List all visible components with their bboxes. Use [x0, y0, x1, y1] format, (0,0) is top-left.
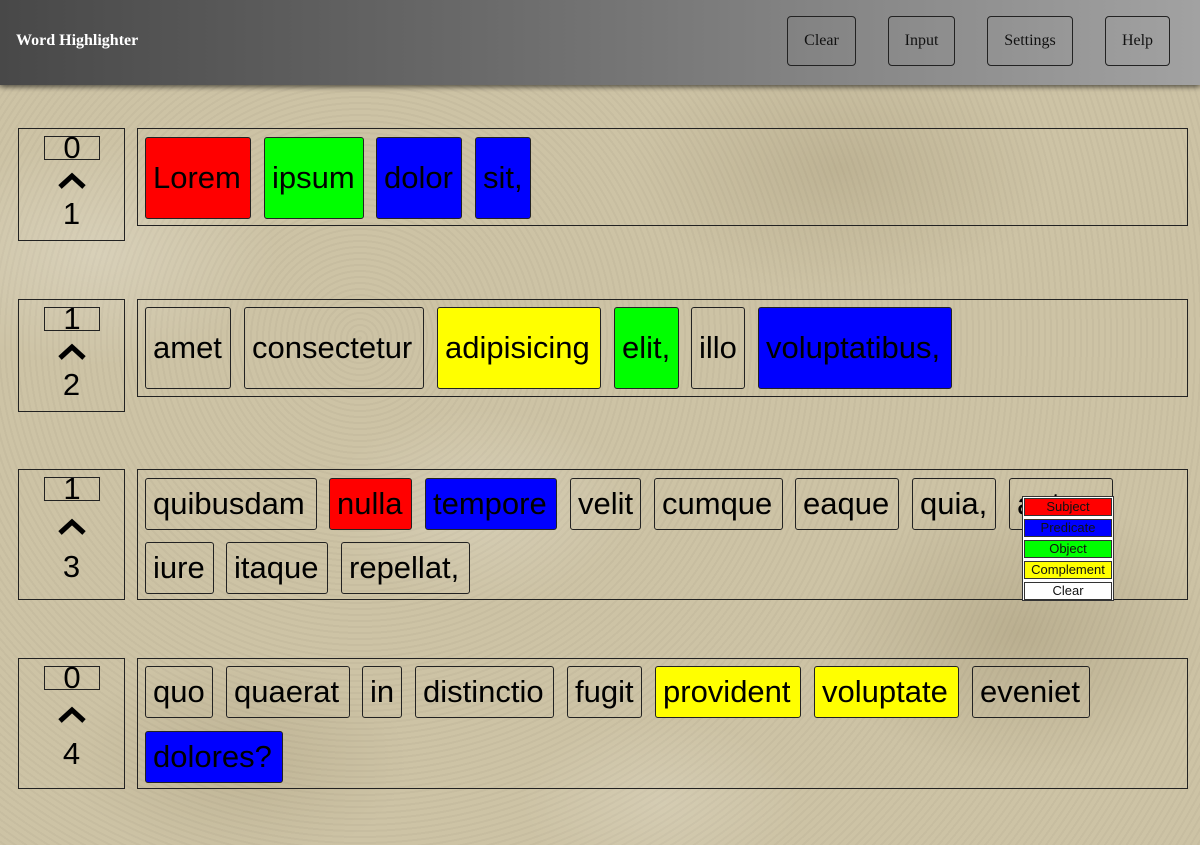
indent-level-input[interactable]: 1 [44, 473, 100, 504]
word-token[interactable]: itaque [226, 542, 328, 594]
role-menu-item-complement[interactable]: Complement [1024, 561, 1112, 579]
word-token[interactable]: dolores? [145, 731, 283, 783]
word-token[interactable]: tempore [425, 478, 557, 530]
row-control: 1 3 [18, 469, 125, 600]
input-button[interactable]: Input [888, 16, 955, 66]
word-token[interactable]: consectetur [244, 307, 424, 389]
word-token[interactable]: ipsum [264, 137, 364, 219]
row-number: 3 [62, 549, 81, 584]
clear-button[interactable]: Clear [787, 16, 856, 66]
sentence-row: Lorem ipsum dolor sit, [137, 128, 1188, 226]
chevron-up-icon[interactable] [57, 343, 87, 361]
word-token[interactable]: fugit [567, 666, 642, 718]
role-menu-item-clear[interactable]: Clear [1024, 582, 1112, 600]
indent-level-input[interactable]: 1 [44, 303, 100, 334]
word-token[interactable]: velit [570, 478, 641, 530]
app-header: Word Highlighter Clear Input Settings He… [0, 0, 1200, 85]
word-token[interactable]: quo [145, 666, 213, 718]
word-token[interactable]: eaque [795, 478, 899, 530]
row-number: 4 [62, 736, 81, 771]
word-token[interactable]: quaerat [226, 666, 350, 718]
word-token[interactable]: Lorem [145, 137, 251, 219]
word-token[interactable]: illo [691, 307, 745, 389]
chevron-up-icon[interactable] [57, 172, 87, 190]
row-control: 0 1 [18, 128, 125, 241]
word-token[interactable]: eveniet [972, 666, 1090, 718]
word-token[interactable]: voluptatibus, [758, 307, 952, 389]
word-token[interactable]: distinctio [415, 666, 554, 718]
role-menu-item-subject[interactable]: Subject [1024, 498, 1112, 516]
role-menu: Subject Predicate Object Complement Clea… [1022, 496, 1114, 601]
word-token[interactable]: adipisicing [437, 307, 601, 389]
indent-level-input[interactable]: 0 [44, 132, 100, 163]
word-token[interactable]: quia, [912, 478, 996, 530]
role-menu-item-predicate[interactable]: Predicate [1024, 519, 1112, 537]
row-control: 0 4 [18, 658, 125, 789]
app-title: Word Highlighter [16, 32, 139, 49]
word-token[interactable]: repellat, [341, 542, 470, 594]
word-token[interactable]: cumque [654, 478, 783, 530]
role-menu-item-object[interactable]: Object [1024, 540, 1112, 558]
word-token[interactable]: nulla [329, 478, 412, 530]
word-token[interactable]: quibusdam [145, 478, 317, 530]
word-token[interactable]: elit, [614, 307, 679, 389]
settings-button[interactable]: Settings [987, 16, 1073, 66]
row-number: 1 [62, 196, 81, 231]
word-token[interactable]: voluptate [814, 666, 959, 718]
sentence-row: quo quaerat in distinctio fugit providen… [137, 658, 1188, 789]
row-number: 2 [62, 367, 81, 402]
row-control: 1 2 [18, 299, 125, 412]
word-token[interactable]: dolor [376, 137, 462, 219]
word-token[interactable]: amet [145, 307, 231, 389]
sentence-row: amet consectetur adipisicing elit, illo … [137, 299, 1188, 397]
chevron-up-icon[interactable] [57, 518, 87, 536]
indent-level-input[interactable]: 0 [44, 662, 100, 693]
word-token[interactable]: sit, [475, 137, 531, 219]
help-button[interactable]: Help [1105, 16, 1170, 66]
word-token[interactable]: provident [655, 666, 801, 718]
chevron-up-icon[interactable] [57, 706, 87, 724]
word-token[interactable]: iure [145, 542, 214, 594]
word-token[interactable]: in [362, 666, 402, 718]
